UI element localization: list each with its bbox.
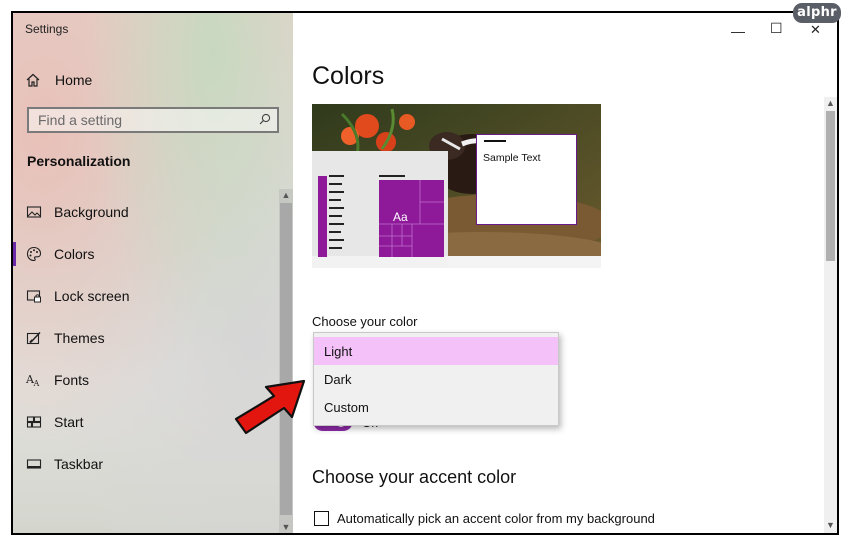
sidebar-item-label: Themes xyxy=(54,330,105,346)
settings-window: Settings Home Personalization Background xyxy=(11,11,839,535)
palette-icon xyxy=(26,246,42,262)
scrollbar-thumb[interactable] xyxy=(280,203,292,515)
sidebar-item-label: Fonts xyxy=(54,372,90,388)
scrollbar-thumb[interactable] xyxy=(826,111,835,261)
sample-title-bar xyxy=(484,140,506,142)
option-label: Custom xyxy=(324,400,369,415)
themes-icon xyxy=(26,331,41,345)
section-title: Personalization xyxy=(27,153,131,169)
sidebar-item-lock-screen[interactable]: Lock screen xyxy=(13,284,279,308)
sidebar-item-background[interactable]: Background xyxy=(13,200,279,224)
sidebar-item-label: Background xyxy=(54,204,129,220)
start-icon xyxy=(26,416,42,428)
scroll-down-icon[interactable]: ▼ xyxy=(824,519,837,531)
close-button[interactable]: ✕ xyxy=(810,22,821,38)
window-title: Settings xyxy=(25,22,69,36)
main-content: — ☐ ✕ Colors Aa Sample Text Choose your … xyxy=(293,13,837,533)
lock-screen-icon xyxy=(26,290,41,303)
sidebar-item-label: Colors xyxy=(54,246,95,262)
dropdown-option-light[interactable]: Light xyxy=(314,337,558,365)
image-icon xyxy=(26,206,42,218)
brand-watermark: alphr xyxy=(793,3,841,23)
color-mode-dropdown[interactable]: Light Dark Custom xyxy=(313,332,559,426)
sidebar-item-label: Start xyxy=(54,414,84,430)
auto-accent-label: Automatically pick an accent color from … xyxy=(337,510,655,526)
scroll-up-icon[interactable]: ▲ xyxy=(824,97,837,109)
dropdown-option-custom[interactable]: Custom xyxy=(314,393,558,421)
option-label: Light xyxy=(324,344,353,359)
auto-accent-checkbox[interactable] xyxy=(314,510,329,526)
option-label: Dark xyxy=(324,372,352,387)
sidebar-item-taskbar[interactable]: Taskbar xyxy=(13,452,279,476)
fonts-icon: A A xyxy=(26,373,40,388)
accent-color-heading: Choose your accent color xyxy=(312,467,517,487)
taskbar-icon xyxy=(26,459,42,469)
sidebar-item-themes[interactable]: Themes xyxy=(13,326,279,350)
active-indicator xyxy=(13,242,16,266)
search-box[interactable] xyxy=(27,107,279,133)
svg-text:A: A xyxy=(33,379,40,388)
sample-text-window: Sample Text xyxy=(476,134,577,225)
page-title: Colors xyxy=(312,62,385,90)
tile-text: Aa xyxy=(393,210,408,224)
home-nav-item[interactable]: Home xyxy=(25,70,92,90)
sidebar: Settings Home Personalization Background xyxy=(13,13,293,533)
scroll-down-icon[interactable]: ▼ xyxy=(279,521,293,533)
minimize-button[interactable]: — xyxy=(731,23,745,39)
choose-color-label: Choose your color xyxy=(312,314,418,329)
auto-accent-row[interactable]: Automatically pick an accent color from … xyxy=(314,509,655,527)
sidebar-item-label: Lock screen xyxy=(54,288,130,304)
main-scrollbar[interactable]: ▲ ▼ xyxy=(824,97,837,533)
theme-preview: Aa Sample Text xyxy=(312,104,601,268)
dropdown-option-dark[interactable]: Dark xyxy=(314,365,558,393)
scroll-up-icon[interactable]: ▲ xyxy=(279,189,293,201)
search-input[interactable] xyxy=(29,109,258,131)
maximize-button[interactable]: ☐ xyxy=(770,20,783,37)
sample-text: Sample Text xyxy=(483,152,541,164)
sidebar-item-colors[interactable]: Colors xyxy=(13,242,279,266)
annotation-arrow-icon xyxy=(234,379,306,435)
home-icon xyxy=(26,73,40,87)
sidebar-scrollbar[interactable]: ▲ ▼ xyxy=(279,189,293,533)
search-icon[interactable] xyxy=(258,112,272,126)
home-label: Home xyxy=(55,72,93,88)
sidebar-item-label: Taskbar xyxy=(54,456,104,472)
